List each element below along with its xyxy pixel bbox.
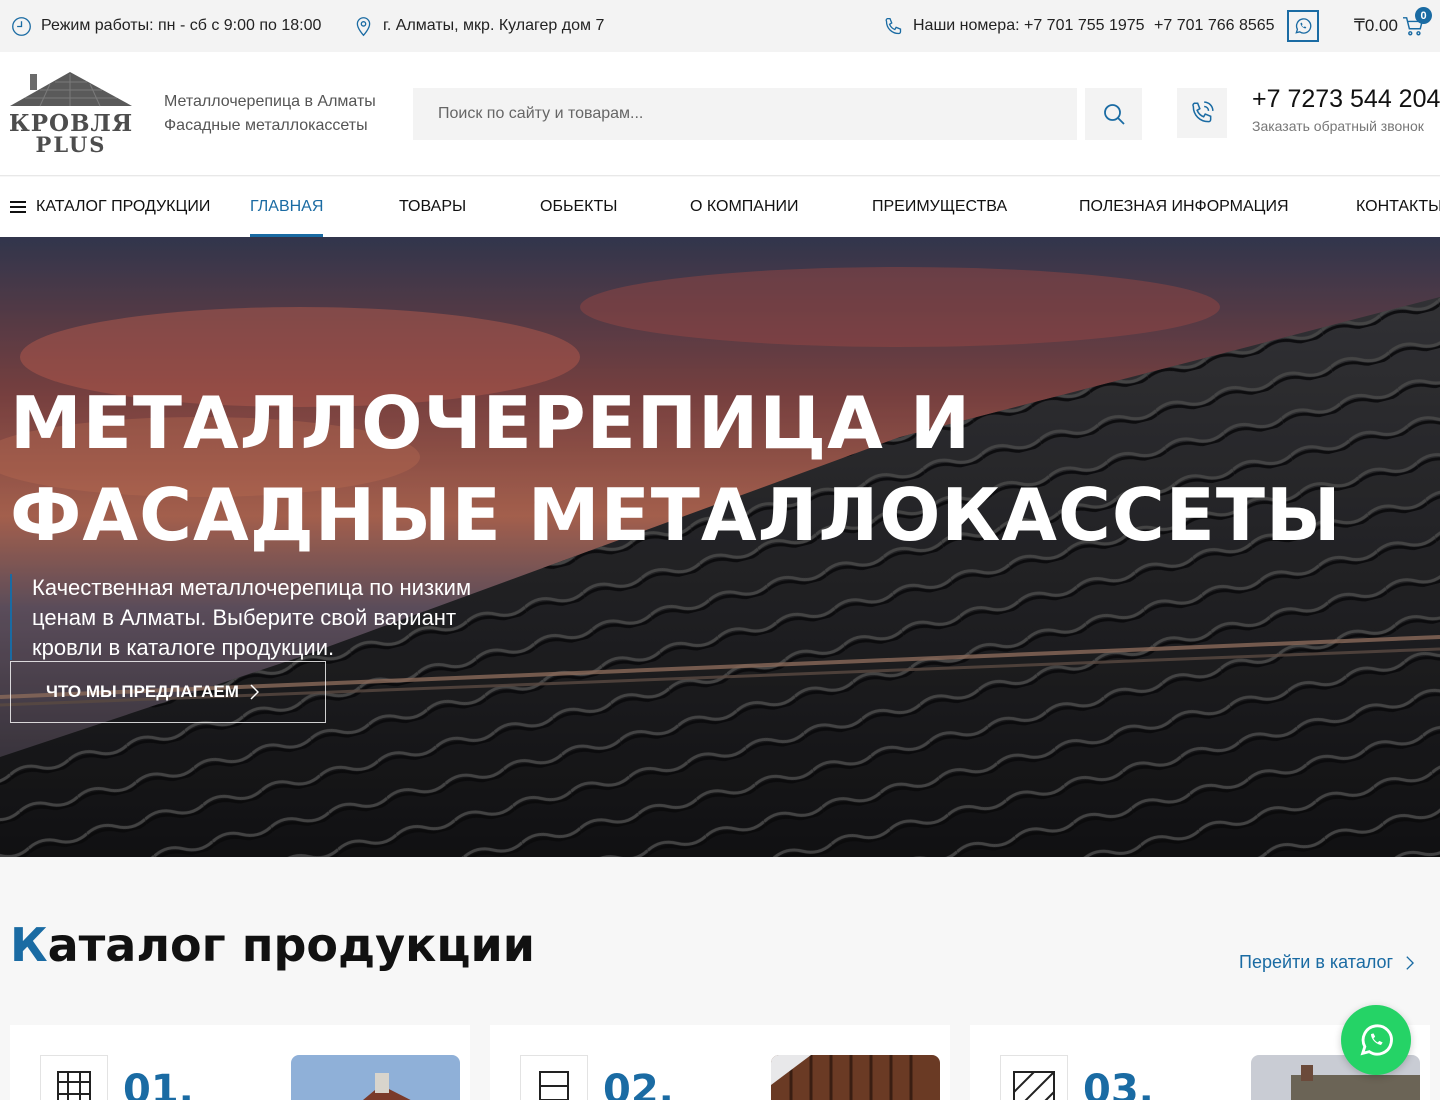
main-nav: Каталог продукции Главная Товары Обьекты… [0,177,1440,237]
go-to-catalog-label: Перейти в каталог [1239,952,1394,972]
what-we-offer-button[interactable]: Что мы предлагаем [10,661,326,723]
tagline-line2: Фасадные металлокассеты [164,117,368,134]
hero-description: Качественная металлочерепица по низким ц… [32,575,472,660]
nav-advantages[interactable]: Преимущества [872,177,1007,237]
card-number: 03. [1083,1067,1154,1100]
catalog-menu-label: Каталог продукции [36,198,211,215]
location-icon [352,15,374,37]
hero-banner: МЕТАЛЛОЧЕРЕПИЦА И ФАСАДНЫЕ МЕТАЛЛОКАССЕТ… [0,237,1440,857]
callback-link[interactable]: Заказать обратный звонок [1252,118,1424,134]
site-header: КРОВЛЯ PLUS Металлочерепица в Алматы Фас… [0,52,1440,176]
phone-icon [882,15,904,37]
card-number: 02. [603,1067,674,1100]
working-hours: Режим работы: пн - сб с 9:00 по 18:00 [10,0,321,52]
phone-1-link[interactable]: Наши номера: +7 701 755 1975 [913,17,1145,35]
catalog-heading: Каталог продукции [10,918,535,972]
chevron-right-icon [250,684,259,700]
cart-button[interactable]: ₸0.00 [1354,14,1424,38]
nav-about[interactable]: О компании [690,177,799,237]
call-button[interactable] [1177,88,1227,138]
what-we-offer-label: Что мы предлагаем [46,682,239,701]
card-number: 01. [123,1067,194,1100]
whatsapp-floating-button[interactable] [1341,1005,1411,1075]
cart-total: ₸0.00 [1354,16,1398,35]
catalog-card[interactable]: 02. [490,1025,950,1100]
working-hours-text: Режим работы: пн - сб с 9:00 по 18:00 [41,17,322,34]
hero-title-line1: МЕТАЛЛОЧЕРЕПИЦА И [10,381,972,465]
address-text: г. Алматы, мкр. Кулагер дом 7 [383,17,605,34]
nav-objects[interactable]: Обьекты [540,177,617,237]
header-phone[interactable]: +7 7273 544 204 [1252,85,1440,114]
search-button[interactable] [1085,88,1142,140]
nav-products[interactable]: Товары [399,177,466,237]
hero-accent-line [10,574,12,660]
nav-contacts[interactable]: Контакты [1356,177,1440,237]
facade-cassette-icon [520,1055,588,1100]
phone-2-link[interactable]: +7 701 766 8565 [1154,0,1275,52]
tagline-line1: Металлочерепица в Алматы [164,93,376,110]
card-image [771,1055,940,1100]
whatsapp-button[interactable] [1287,10,1319,42]
menu-icon [10,201,26,213]
whatsapp-icon [1360,1024,1393,1056]
cart-count-badge: 0 [1415,7,1432,24]
nav-home[interactable]: Главная [250,177,324,237]
nav-useful-info[interactable]: Полезная информация [1079,177,1289,237]
search-icon [1103,104,1125,125]
catalog-heading-first-letter: К [10,918,48,972]
chevron-right-icon [1406,955,1415,970]
tagline: Металлочерепица в Алматы Фасадные металл… [164,90,376,138]
catalog-menu-button[interactable]: Каталог продукции [10,177,210,237]
phone-numbers: Наши номера: +7 701 755 1975 [882,0,1145,52]
grid-panel-icon [1000,1055,1068,1100]
hero-title-line2: ФАСАДНЫЕ МЕТАЛЛОКАССЕТЫ [10,473,1342,557]
phone-call-icon [1192,101,1214,123]
metal-tile-icon [40,1055,108,1100]
catalog-heading-rest: аталог продукции [47,918,535,972]
go-to-catalog-link[interactable]: Перейти в каталог [1239,952,1415,973]
logo[interactable]: КРОВЛЯ PLUS [9,72,132,157]
catalog-card[interactable]: 01. [10,1025,470,1100]
search-input[interactable] [413,88,1077,140]
top-bar: Режим работы: пн - сб с 9:00 по 18:00 г.… [0,0,1440,52]
address: г. Алматы, мкр. Кулагер дом 7 [352,0,604,52]
whatsapp-icon [1295,18,1312,34]
card-image [291,1055,460,1100]
clock-icon [10,15,32,37]
logo-line2: PLUS [36,132,107,154]
hero-title: МЕТАЛЛОЧЕРЕПИЦА И ФАСАДНЫЕ МЕТАЛЛОКАССЕТ… [10,377,1342,561]
